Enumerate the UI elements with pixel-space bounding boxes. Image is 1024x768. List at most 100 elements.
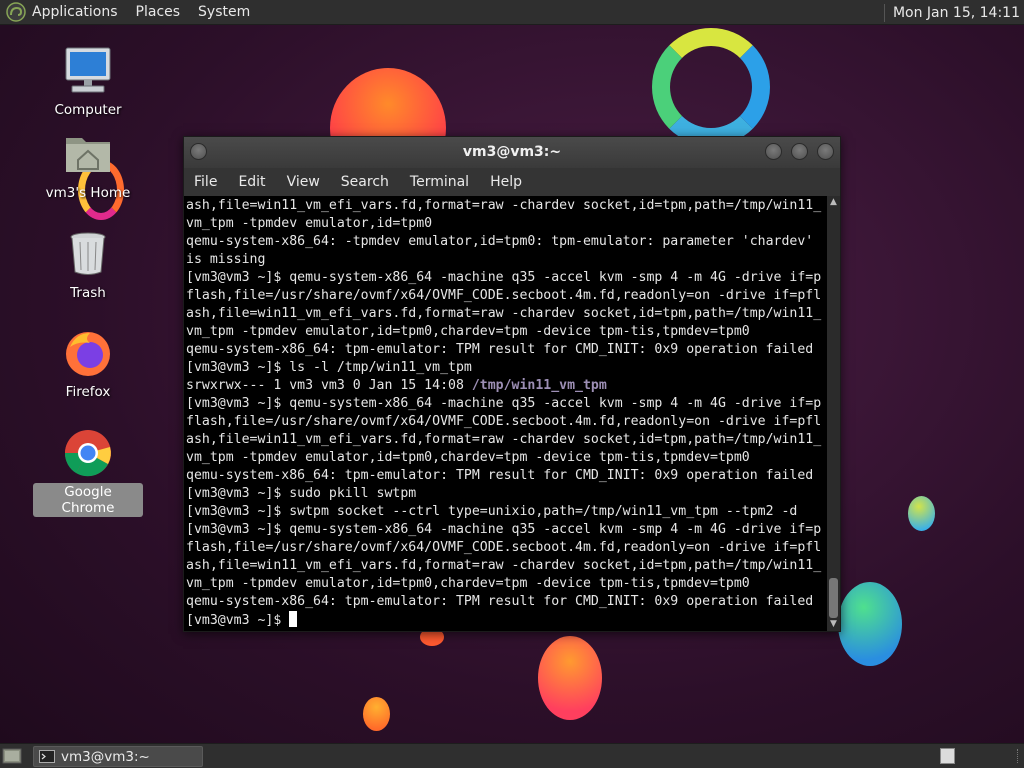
- menu-search[interactable]: Search: [341, 174, 389, 190]
- chrome-icon: [64, 430, 111, 477]
- terminal-line: flash,file=/usr/share/ovmf/x64/OVMF_CODE…: [186, 539, 826, 557]
- scroll-up-arrow-icon[interactable]: ▲: [828, 197, 839, 208]
- scrollbar[interactable]: ▲ ▼: [827, 196, 840, 631]
- maximize-button[interactable]: [791, 143, 808, 160]
- system-menu[interactable]: System: [198, 4, 250, 20]
- terminal-line-text: qemu-system-x86_64: tpm-emulator: TPM re…: [186, 468, 814, 483]
- terminal-line: [vm3@vm3 ~]$ ls -l /tmp/win11_vm_tpm: [186, 359, 826, 377]
- terminal-text[interactable]: ash,file=win11_vm_efi_vars.fd,format=raw…: [186, 197, 826, 630]
- firefox-icon: [66, 332, 110, 376]
- desktop-icon-computer[interactable]: Computer: [33, 45, 143, 119]
- wallpaper-ring: [652, 28, 770, 146]
- taskbar-item-label: vm3@vm3:~: [61, 748, 150, 765]
- terminal-menubar: File Edit View Search Terminal Help: [184, 168, 840, 196]
- terminal-line: vm_tpm -tpmdev emulator,id=tpm0,chardev=…: [186, 575, 826, 593]
- terminal-line: vm_tpm -tpmdev emulator,id=tpm0,chardev=…: [186, 323, 826, 341]
- show-desktop-icon[interactable]: [2, 747, 22, 765]
- terminal-line: srwxrwx--- 1 vm3 vm3 0 Jan 15 14:08 /tmp…: [186, 377, 826, 395]
- clock[interactable]: Mon Jan 15, 14:11: [893, 5, 1020, 21]
- terminal-line-text: [vm3@vm3 ~]$: [186, 613, 290, 628]
- home-folder-icon: [66, 138, 110, 172]
- highlighted-socket-path: /tmp/win11_vm_tpm: [471, 378, 607, 393]
- terminal-line: ash,file=win11_vm_efi_vars.fd,format=raw…: [186, 305, 826, 323]
- text-cursor: [289, 611, 298, 627]
- terminal-line-text: vm_tpm -tpmdev emulator,id=tpm0,chardev=…: [186, 324, 750, 339]
- terminal-line: qemu-system-x86_64: tpm-emulator: TPM re…: [186, 467, 826, 485]
- panel-separator: [883, 3, 885, 22]
- terminal-line-text: qemu-system-x86_64: tpm-emulator: TPM re…: [186, 594, 814, 609]
- terminal-line-text: is missing: [186, 252, 266, 267]
- terminal-line-text: flash,file=/usr/share/ovmf/x64/OVMF_CODE…: [186, 540, 822, 555]
- workspace-switcher[interactable]: [940, 748, 955, 764]
- desktop-icon-firefox[interactable]: Firefox: [33, 327, 143, 401]
- terminal-line-text: [vm3@vm3 ~]$ qemu-system-x86_64 -machine…: [186, 396, 822, 411]
- wallpaper-blob: [538, 636, 602, 720]
- scrollbar-thumb[interactable]: [829, 578, 838, 618]
- terminal-window[interactable]: vm3@vm3:~ File Edit View Search Terminal…: [183, 136, 841, 632]
- desktop-icon-label: Firefox: [65, 384, 111, 400]
- menu-terminal[interactable]: Terminal: [410, 174, 469, 190]
- terminal-line-text: vm_tpm -tpmdev emulator,id=tpm0: [186, 216, 433, 231]
- desktop-icon-label: Google Chrome: [33, 483, 143, 517]
- desktop-icon-home[interactable]: vm3's Home: [33, 128, 143, 202]
- menu-edit[interactable]: Edit: [238, 174, 265, 190]
- terminal-line-text: flash,file=/usr/share/ovmf/x64/OVMF_CODE…: [186, 288, 822, 303]
- terminal-line: vm_tpm -tpmdev emulator,id=tpm0: [186, 215, 826, 233]
- taskbar-item-terminal[interactable]: vm3@vm3:~: [33, 746, 203, 767]
- terminal-line-text: qemu-system-x86_64: -tpmdev emulator,id=…: [186, 234, 814, 249]
- minimize-button[interactable]: [765, 143, 782, 160]
- desktop-icon-label: Trash: [70, 285, 106, 301]
- clock-area: Mon Jan 15, 14:11: [883, 0, 1024, 25]
- terminal-line: [vm3@vm3 ~]$: [186, 611, 826, 630]
- terminal-line-text: ash,file=win11_vm_efi_vars.fd,format=raw…: [186, 432, 822, 447]
- places-menu[interactable]: Places: [136, 4, 181, 20]
- top-panel: Applications Places System Mon Jan 15, 1…: [0, 0, 1024, 25]
- scroll-down-arrow-icon[interactable]: ▼: [828, 619, 839, 630]
- wallpaper-blob: [363, 697, 390, 731]
- terminal-line: vm_tpm -tpmdev emulator,id=tpm0,chardev=…: [186, 449, 826, 467]
- desktop-icon-google-chrome[interactable]: Google Chrome: [33, 427, 143, 517]
- terminal-line: qemu-system-x86_64: tpm-emulator: TPM re…: [186, 341, 826, 359]
- trash-icon: [70, 232, 106, 275]
- terminal-line-text: vm_tpm -tpmdev emulator,id=tpm0,chardev=…: [186, 450, 750, 465]
- terminal-line: flash,file=/usr/share/ovmf/x64/OVMF_CODE…: [186, 413, 826, 431]
- window-menu-button[interactable]: [190, 143, 207, 160]
- terminal-line: flash,file=/usr/share/ovmf/x64/OVMF_CODE…: [186, 287, 826, 305]
- menu-file[interactable]: File: [194, 174, 217, 190]
- terminal-line-text: [vm3@vm3 ~]$ qemu-system-x86_64 -machine…: [186, 522, 822, 537]
- window-title: vm3@vm3:~: [462, 144, 562, 160]
- terminal-line: [vm3@vm3 ~]$ qemu-system-x86_64 -machine…: [186, 269, 826, 287]
- terminal-line: [vm3@vm3 ~]$ swtpm socket --ctrl type=un…: [186, 503, 826, 521]
- terminal-line-text: srwxrwx--- 1 vm3 vm3 0 Jan 15 14:08: [186, 378, 472, 393]
- terminal-line-text: qemu-system-x86_64: tpm-emulator: TPM re…: [186, 342, 814, 357]
- close-button[interactable]: [817, 143, 834, 160]
- terminal-line-text: [vm3@vm3 ~]$ ls -l /tmp/win11_vm_tpm: [186, 360, 472, 375]
- computer-icon: [65, 47, 111, 93]
- desktop-icon-trash[interactable]: Trash: [33, 228, 143, 302]
- terminal-line: ash,file=win11_vm_efi_vars.fd,format=raw…: [186, 431, 826, 449]
- mate-logo-icon[interactable]: [6, 2, 26, 22]
- desktop-icon-label: Computer: [54, 102, 122, 118]
- terminal-icon: [39, 750, 55, 763]
- menu-view[interactable]: View: [287, 174, 320, 190]
- terminal-line-text: vm_tpm -tpmdev emulator,id=tpm0,chardev=…: [186, 576, 750, 591]
- bottom-panel: vm3@vm3:~: [0, 743, 1024, 768]
- terminal-line: qemu-system-x86_64: tpm-emulator: TPM re…: [186, 593, 826, 611]
- terminal-line: is missing: [186, 251, 826, 269]
- terminal-line-text: ash,file=win11_vm_efi_vars.fd,format=raw…: [186, 306, 822, 321]
- panel-grip: [1017, 749, 1020, 763]
- terminal-line: [vm3@vm3 ~]$ qemu-system-x86_64 -machine…: [186, 521, 826, 539]
- menu-help[interactable]: Help: [490, 174, 522, 190]
- window-titlebar[interactable]: vm3@vm3:~: [184, 137, 840, 168]
- terminal-line-text: ash,file=win11_vm_efi_vars.fd,format=raw…: [186, 558, 822, 573]
- applications-menu[interactable]: Applications: [32, 4, 118, 20]
- terminal-line: qemu-system-x86_64: -tpmdev emulator,id=…: [186, 233, 826, 251]
- terminal-line: [vm3@vm3 ~]$ sudo pkill swtpm: [186, 485, 826, 503]
- terminal-line-text: [vm3@vm3 ~]$ sudo pkill swtpm: [186, 486, 417, 501]
- wallpaper-blob: [908, 496, 935, 531]
- desktop-icon-label: vm3's Home: [45, 185, 131, 201]
- terminal-line-text: [vm3@vm3 ~]$ qemu-system-x86_64 -machine…: [186, 270, 822, 285]
- terminal-line: ash,file=win11_vm_efi_vars.fd,format=raw…: [186, 557, 826, 575]
- wallpaper-blob: [838, 582, 902, 666]
- terminal-output[interactable]: ash,file=win11_vm_efi_vars.fd,format=raw…: [184, 196, 840, 631]
